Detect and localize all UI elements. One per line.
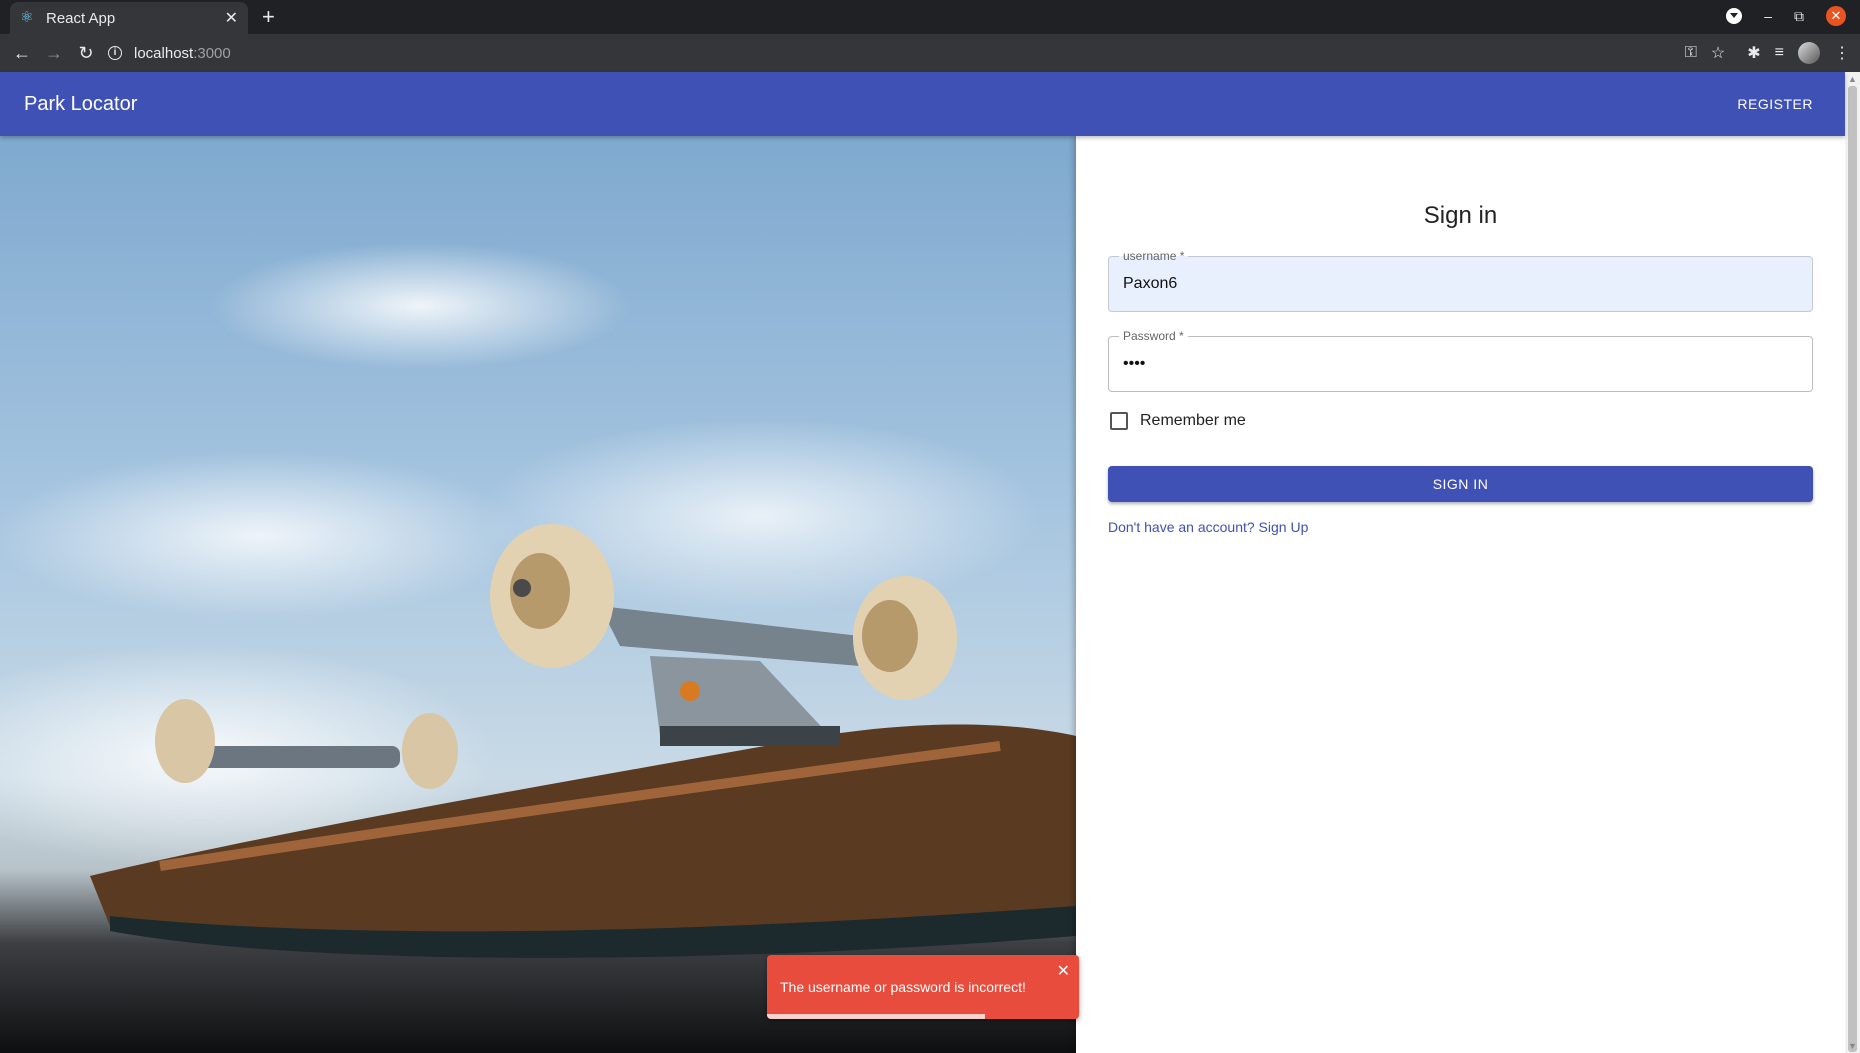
- password-value[interactable]: ••••: [1123, 355, 1145, 373]
- signin-title: Sign in: [1423, 202, 1498, 229]
- hero-image: [0, 136, 1076, 1053]
- username-field[interactable]: username * Paxon6: [1108, 249, 1813, 312]
- sign-in-button[interactable]: SIGN IN: [1108, 466, 1813, 502]
- browser-tab[interactable]: ⚛ React App ✕: [10, 2, 248, 34]
- toolbar-right-icons: ⚿ ☆ ✱ ≡ ⋮: [1685, 42, 1850, 64]
- forward-icon[interactable]: →: [38, 43, 70, 64]
- browser-tabstrip: ⚛ React App ✕ + – ⧉ ✕: [0, 0, 1860, 34]
- toast-message: The username or password is incorrect!: [780, 979, 1026, 995]
- remember-me-row[interactable]: Remember me: [1108, 412, 1246, 430]
- app-title[interactable]: Park Locator: [24, 93, 137, 116]
- browser-toolbar: ← → ↻ i localhost:3000 ⚿ ☆ ✱ ≡ ⋮: [0, 34, 1860, 72]
- menu-icon[interactable]: ⋮: [1834, 43, 1850, 63]
- window-controls: – ⧉ ✕: [1726, 6, 1846, 26]
- scroll-down-icon[interactable]: ▼: [1848, 1041, 1857, 1051]
- password-label: Password *: [1119, 329, 1188, 343]
- minimize-icon[interactable]: –: [1764, 8, 1772, 24]
- skateboard-illustration: [90, 524, 1076, 958]
- star-icon[interactable]: ☆: [1711, 43, 1725, 63]
- toast-progress-bar: [767, 1014, 986, 1019]
- react-icon: ⚛: [20, 9, 34, 26]
- tab-close-icon[interactable]: ✕: [225, 8, 238, 28]
- sign-up-link[interactable]: Don't have an account? Sign Up: [1108, 519, 1308, 535]
- username-value[interactable]: Paxon6: [1123, 275, 1177, 293]
- address-bar[interactable]: i localhost:3000: [108, 39, 1658, 67]
- toast-close-icon[interactable]: ✕: [1057, 961, 1070, 981]
- url-host: localhost: [134, 44, 194, 62]
- reload-icon[interactable]: ↻: [70, 43, 102, 64]
- extensions-icon[interactable]: ✱: [1747, 43, 1760, 63]
- scroll-thumb[interactable]: [1848, 86, 1857, 1052]
- window-close-icon[interactable]: ✕: [1826, 6, 1846, 26]
- back-icon[interactable]: ←: [6, 43, 38, 64]
- tab-title: React App: [46, 9, 116, 27]
- tab-search-icon[interactable]: [1726, 8, 1743, 24]
- register-button[interactable]: REGISTER: [1737, 90, 1813, 118]
- restore-icon[interactable]: ⧉: [1794, 8, 1804, 25]
- media-icon[interactable]: ≡: [1775, 44, 1784, 62]
- info-icon[interactable]: i: [108, 46, 122, 60]
- key-icon[interactable]: ⚿: [1685, 44, 1697, 62]
- signin-panel: Sign in username * Paxon6 Password * •••…: [1076, 136, 1845, 1053]
- scroll-up-icon[interactable]: ▲: [1848, 74, 1857, 84]
- app-bar: Park Locator REGISTER: [0, 72, 1845, 136]
- password-field[interactable]: Password * ••••: [1108, 329, 1813, 392]
- error-toast: The username or password is incorrect! ✕: [767, 955, 1079, 1019]
- url-port: :3000: [193, 44, 231, 62]
- username-label: username *: [1119, 249, 1189, 263]
- page-scrollbar[interactable]: ▲ ▼: [1845, 72, 1860, 1053]
- remember-me-label[interactable]: Remember me: [1140, 412, 1246, 430]
- new-tab-button[interactable]: +: [262, 4, 275, 30]
- remember-me-checkbox[interactable]: [1110, 412, 1128, 430]
- profile-avatar[interactable]: [1798, 42, 1820, 64]
